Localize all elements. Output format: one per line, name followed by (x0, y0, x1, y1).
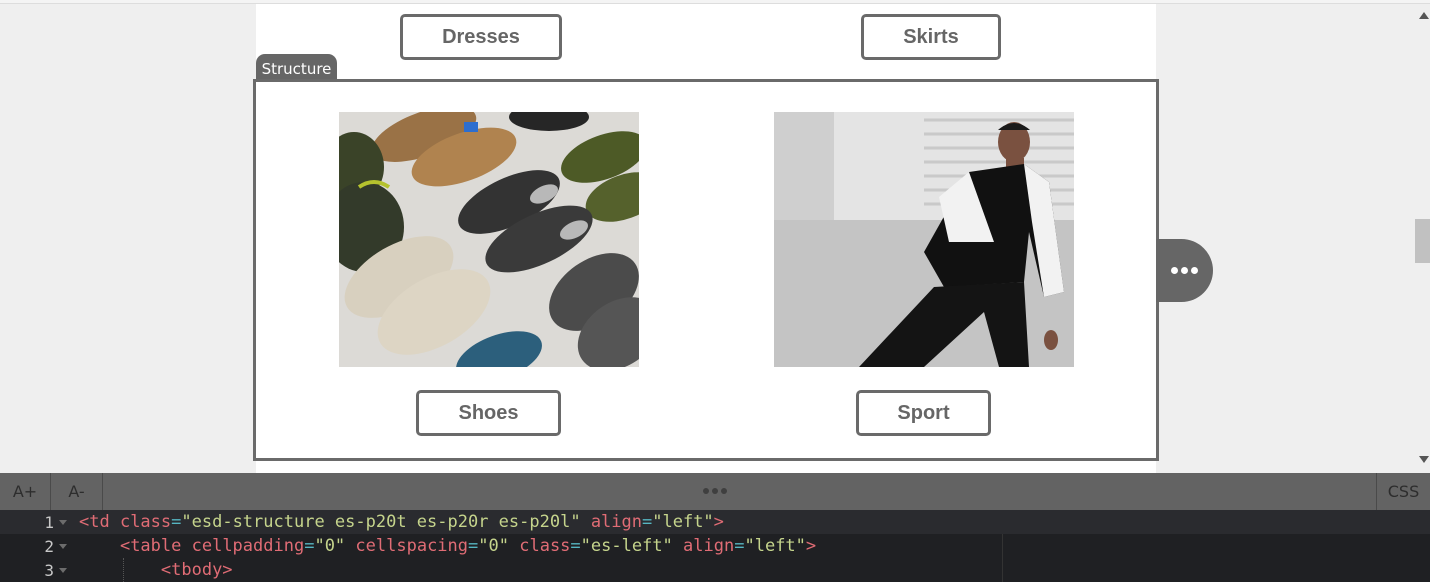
code-editor[interactable]: 1 <td class="esd-structure es-p20t es-p2… (0, 510, 1430, 582)
code-text: <table cellpadding="0" cellspacing="0" c… (119, 536, 817, 556)
print-margin (1002, 534, 1003, 582)
code-editor-toolbar: A+ A- CSS (0, 473, 1430, 510)
shoes-button[interactable]: Shoes (416, 390, 561, 436)
drag-handle-icon[interactable] (703, 488, 727, 494)
code-line[interactable]: 2 <table cellpadding="0" cellspacing="0"… (0, 534, 1430, 558)
shoes-image[interactable] (339, 112, 639, 367)
indent-guide (123, 558, 124, 582)
sport-button[interactable]: Sport (856, 390, 991, 436)
sport-image-graphic (774, 112, 1074, 367)
font-decrease-button[interactable]: A- (51, 473, 102, 510)
skirts-button[interactable]: Skirts (861, 14, 1001, 60)
shoes-image-graphic (339, 112, 639, 367)
toolbar-divider (102, 473, 103, 510)
more-horizontal-icon (1181, 267, 1188, 274)
scroll-up-arrow-icon[interactable] (1419, 12, 1429, 19)
sport-image[interactable] (774, 112, 1074, 367)
vertical-scrollbar-thumb[interactable] (1415, 219, 1430, 263)
code-line[interactable]: 1 <td class="esd-structure es-p20t es-p2… (0, 510, 1430, 534)
css-button[interactable]: CSS (1377, 473, 1430, 510)
line-number: 1 (44, 512, 54, 532)
scroll-down-arrow-icon[interactable] (1419, 456, 1429, 463)
structure-label[interactable]: Structure (256, 54, 337, 81)
code-line[interactable]: 3 <tbody> (0, 558, 1430, 582)
code-text: <tbody> (160, 560, 233, 580)
more-horizontal-icon (1171, 267, 1178, 274)
fold-arrow-icon[interactable] (54, 519, 72, 525)
line-number: 2 (44, 536, 54, 556)
fold-arrow-icon[interactable] (54, 543, 72, 549)
code-text: <td class="esd-structure es-p20t es-p20r… (79, 512, 724, 532)
fold-arrow-icon[interactable] (54, 567, 72, 573)
font-increase-button[interactable]: A+ (0, 473, 50, 510)
dresses-button[interactable]: Dresses (400, 14, 562, 60)
line-number: 3 (44, 560, 54, 580)
more-horizontal-icon (1191, 267, 1198, 274)
